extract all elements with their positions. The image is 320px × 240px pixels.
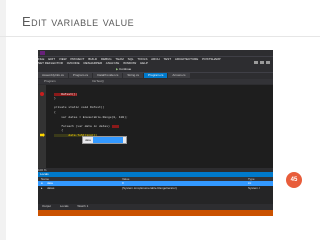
visual-studio-window: FILE EDIT VIEW PROJECT BUILD DEBUG TEAM … xyxy=(38,50,273,216)
table-row[interactable]: ▸ datas {System.Linq.Enumerable.RangeIte… xyxy=(38,186,273,191)
code-line: DoTest(); xyxy=(54,92,78,96)
status-bar xyxy=(38,210,273,216)
row-expander-icon[interactable]: ▸ xyxy=(41,186,43,191)
document-tabs: AssemblyInfo.cs Program.cs DataProvider.cs… xyxy=(38,73,273,78)
tab-arrows[interactable]: Arrows.cs xyxy=(168,73,190,78)
menu-architecture[interactable]: ARCHITECTURE xyxy=(175,57,199,61)
menu-resharper[interactable]: RESHARPER xyxy=(83,61,102,65)
menu-help[interactable]: HELP xyxy=(140,61,148,65)
slide-title: Edit variable value xyxy=(22,14,135,29)
datatip-popup[interactable]: data xyxy=(82,136,127,144)
menu-postsharp[interactable]: POSTSHARP xyxy=(202,57,221,61)
code-editor[interactable]: DoTest(); } private static void DoTest()… xyxy=(38,85,273,168)
navigation-bar: Program DoTest() xyxy=(38,79,273,84)
row-name: datas xyxy=(47,186,55,190)
row-value[interactable]: {System.Linq.Enumerable.RangeIterator} xyxy=(122,186,177,191)
code-text: DoTest(); } private static void DoTest()… xyxy=(54,88,128,139)
member-dropdown[interactable]: DoTest() xyxy=(92,79,103,83)
menu-test[interactable]: TEST xyxy=(163,57,171,61)
menu-ozcode[interactable]: OZCODE xyxy=(67,61,80,65)
code-line: foreach (var data in datas) xyxy=(54,124,110,128)
tab-locals[interactable]: Locals xyxy=(60,204,69,208)
menu-analyze[interactable]: ANALYZE xyxy=(106,61,119,65)
tab-program[interactable]: Program.cs xyxy=(68,73,93,78)
code-line: var datas = Enumerable.Range(0, 100); xyxy=(54,115,128,119)
page-number-badge: 45 xyxy=(286,172,302,188)
vs-logo-icon xyxy=(40,51,45,55)
locals-window: Locals Name Value Type ● data 0 int ▸ da… xyxy=(38,172,273,204)
menu-window[interactable]: WINDOW xyxy=(123,61,136,65)
tab-output[interactable]: Output xyxy=(42,204,51,208)
datas-highlight xyxy=(111,124,119,128)
debug-tabs: Output Locals Watch 1 xyxy=(38,204,273,209)
datatip-value-editor[interactable] xyxy=(93,137,123,143)
continue-label: Continue xyxy=(119,67,132,71)
menu-bar: FILE EDIT VIEW PROJECT BUILD DEBUG TEAM … xyxy=(38,57,273,65)
menu-net-reflector[interactable]: NET REFLECTOR xyxy=(38,61,63,65)
class-dropdown[interactable]: Program xyxy=(44,79,56,83)
datatip-name: data xyxy=(85,138,91,142)
breakpoint-icon[interactable] xyxy=(40,92,44,96)
row-type: System.I xyxy=(248,186,260,190)
toolbar: ▶ Continue xyxy=(38,66,273,78)
menu-arch[interactable]: ARCH xyxy=(151,57,160,61)
tab-dataprovider[interactable]: DataProvider.cs xyxy=(93,73,123,78)
window-controls xyxy=(252,51,270,64)
tab-assemblyinfo[interactable]: AssemblyInfo.cs xyxy=(38,73,68,78)
continue-button[interactable]: ▶ Continue xyxy=(116,67,131,71)
tab-string[interactable]: String.cs xyxy=(123,73,144,78)
play-icon: ▶ xyxy=(116,67,119,71)
tab-program-active[interactable]: Program.cs xyxy=(144,73,168,78)
tab-watch[interactable]: Watch 1 xyxy=(77,204,88,208)
title-bar xyxy=(38,50,273,64)
title-divider xyxy=(0,36,320,37)
breakpoint-margin[interactable] xyxy=(38,85,46,168)
